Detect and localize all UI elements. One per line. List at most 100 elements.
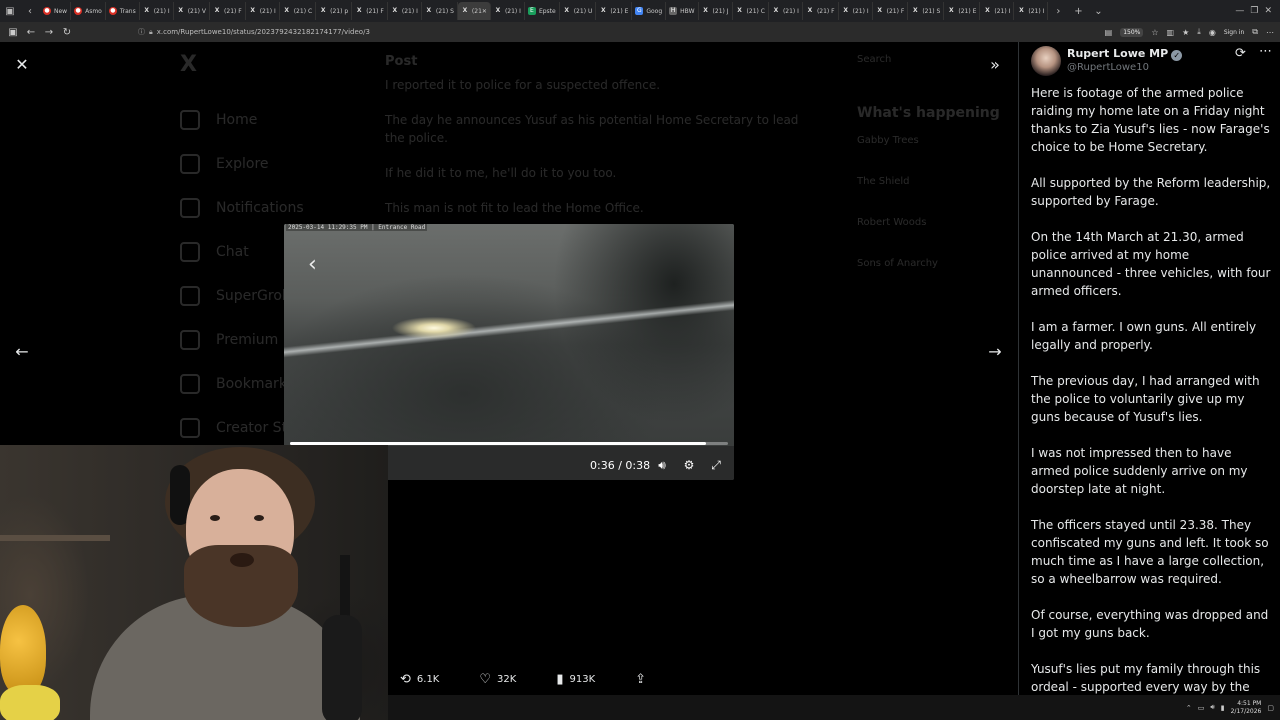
tweet-paragraph: All supported by the Reform leadership, … — [1031, 176, 1271, 208]
author-handle[interactable]: @RupertLowe10 — [1067, 62, 1149, 73]
url-field[interactable]: ⓘ 🔒︎ x.com/RupertLowe10/status/202379243… — [138, 27, 1105, 37]
tab-back-icon[interactable]: ‹ — [23, 4, 37, 18]
tab-favicon-icon: X — [356, 7, 362, 14]
forward-icon[interactable]: → — [42, 25, 56, 39]
tab-favicon-icon: X — [1019, 7, 1024, 14]
tab-label: (21) V — [187, 7, 207, 15]
like-count: 32K — [497, 673, 517, 685]
sidebar-toggle-icon[interactable]: ▣ — [6, 25, 20, 39]
favorites-icon[interactable]: ★ — [1182, 28, 1189, 37]
browser-tab[interactable]: X (21) p — [316, 2, 353, 20]
battery-icon[interactable]: ▮ — [1221, 704, 1225, 712]
browser-tab[interactable]: X (21) I — [1014, 2, 1049, 20]
browser-tab[interactable]: X (21) I — [388, 2, 422, 20]
site-info-icon[interactable]: ⓘ — [138, 27, 145, 37]
taskbar: ⌃ ▭ 🔊︎ ▮ 4:51 PM 2/17/2026 ▢ — [388, 695, 1280, 720]
minimize-icon[interactable]: — — [1235, 6, 1244, 16]
share-button[interactable]: ⇪ — [635, 672, 646, 687]
browser-tab[interactable]: X (21) I — [491, 2, 525, 20]
sign-in-button[interactable]: Sign in — [1224, 29, 1244, 36]
read-aloud-icon[interactable]: ▤ — [1105, 28, 1113, 37]
back-icon[interactable]: ← — [24, 25, 38, 39]
tab-search-icon[interactable]: ⌄ — [1091, 4, 1105, 18]
tray-chevron-icon[interactable]: ⌃ — [1186, 704, 1192, 712]
video-player[interactable]: 2025-03-14 11:29:35 PM | Entrance Road ‹… — [284, 224, 734, 480]
browser-tab[interactable]: X (21) C — [733, 2, 769, 20]
extensions-icon[interactable]: ⧉ — [1252, 27, 1258, 37]
background-nav-label: Notifications — [216, 200, 304, 216]
camera-timestamp: 2025-03-14 11:29:35 PM | Entrance Road — [286, 224, 428, 231]
notification-icon[interactable]: ▢ — [1267, 704, 1274, 712]
favorite-star-icon[interactable]: ☆ — [1151, 28, 1158, 37]
previous-media-icon[interactable]: ← — [10, 339, 34, 363]
x-logo: X — [180, 52, 197, 77]
browser-tab[interactable]: X (21) U — [560, 2, 597, 20]
tab-scroll-right-icon[interactable]: › — [1051, 4, 1065, 18]
browser-tab[interactable]: X (21) I — [839, 2, 873, 20]
like-button[interactable]: ♡ 32K — [479, 672, 516, 687]
next-media-icon[interactable]: → — [983, 339, 1007, 363]
tweet-paragraph: I was not impressed then to have armed p… — [1031, 446, 1248, 496]
browser-tab[interactable]: X (21) J — [699, 2, 733, 20]
author-name-row[interactable]: Rupert Lowe MP ✓ — [1067, 47, 1183, 61]
views-button[interactable]: ▮ 913K — [556, 672, 595, 687]
downloads-icon[interactable]: ⤓ — [1197, 27, 1201, 37]
video-back-icon[interactable]: ‹ — [308, 252, 317, 277]
webcam-person-mouth — [230, 553, 254, 567]
zoom-badge[interactable]: 150% — [1120, 27, 1144, 37]
clock[interactable]: 4:51 PM 2/17/2026 — [1231, 700, 1262, 716]
browser-tab[interactable]: X (21) S — [908, 2, 945, 20]
tab-actions-icon[interactable]: ▣ — [3, 4, 17, 18]
split-screen-icon[interactable]: ▥ — [1167, 28, 1175, 37]
browser-tab[interactable]: X (21) I — [769, 2, 803, 20]
browser-tab[interactable]: X (21) F — [352, 2, 388, 20]
engagement-bar: ⟲ 6.1K ♡ 32K ▮ 913K ⇪ — [400, 668, 720, 690]
grok-icon[interactable]: ⟳ — [1235, 46, 1246, 61]
retweet-button[interactable]: ⟲ 6.1K — [400, 672, 439, 687]
browser-tab[interactable]: ● New — [40, 2, 72, 20]
author-name[interactable]: Rupert Lowe MP — [1067, 47, 1168, 60]
fullscreen-icon[interactable]: ⤢ — [708, 457, 724, 473]
lock-icon: 🔒︎ — [149, 27, 153, 36]
browser-tab[interactable]: X (21) I — [140, 2, 174, 20]
new-tab-button[interactable]: + — [1071, 4, 1085, 18]
more-options-icon[interactable]: ⋯ — [1259, 44, 1272, 59]
browser-tab[interactable]: H HBW — [666, 2, 699, 20]
url-text[interactable]: x.com/RupertLowe10/status/20237924321821… — [157, 28, 370, 36]
tweet-text: Here is footage of the armed police raid… — [1031, 84, 1273, 695]
browser-tab[interactable]: X (21) I — [980, 2, 1015, 20]
volume-icon[interactable]: 🔊︎ — [654, 457, 670, 473]
browser-tab[interactable]: X (21) I — [246, 2, 280, 20]
avatar[interactable] — [1031, 46, 1061, 76]
close-viewer-icon[interactable]: ✕ — [10, 52, 34, 76]
close-window-icon[interactable]: ✕ — [1264, 6, 1272, 16]
reload-icon[interactable]: ↻ — [60, 25, 74, 39]
expand-panel-icon[interactable]: » — [983, 52, 1007, 76]
settings-gear-icon[interactable]: ⚙ — [681, 457, 697, 473]
browser-tab[interactable]: X (21) E — [596, 2, 633, 20]
video-frame[interactable] — [284, 224, 734, 444]
browser-tab[interactable]: X (21) S — [422, 2, 458, 20]
browser-tab[interactable]: X (21) F — [873, 2, 909, 20]
browser-tab[interactable]: G Goog — [632, 2, 667, 20]
verified-badge-icon: ✓ — [1171, 50, 1183, 61]
volume-tray-icon[interactable]: 🔊︎ — [1210, 703, 1214, 712]
browser-tab[interactable]: X (21) F — [210, 2, 246, 20]
browser-tab[interactable]: X (21 ✕ — [457, 2, 491, 20]
browser-tab[interactable]: E Epste — [525, 2, 560, 20]
browser-tab[interactable]: X (21) F — [803, 2, 839, 20]
tab-close-icon[interactable]: ✕ — [482, 8, 487, 15]
browser-tab[interactable]: ● Asmo — [71, 2, 106, 20]
browser-tab[interactable]: X (21) E — [944, 2, 981, 20]
browser-tab[interactable]: X (21) C — [280, 2, 317, 20]
maximize-icon[interactable]: ❐ — [1250, 6, 1258, 16]
profile-icon[interactable]: ◉ — [1209, 28, 1216, 37]
browser-tab[interactable]: ● Trans — [106, 2, 140, 20]
tab-favicon-icon: X — [877, 7, 882, 14]
browser-tab[interactable]: X (21) V — [174, 2, 211, 20]
tab-label: (21) U — [573, 7, 593, 15]
tab-favicon-icon: X — [564, 7, 570, 14]
heart-icon: ♡ — [479, 671, 492, 687]
browser-menu-icon[interactable]: ⋯ — [1266, 28, 1274, 37]
network-icon[interactable]: ▭ — [1198, 704, 1205, 712]
